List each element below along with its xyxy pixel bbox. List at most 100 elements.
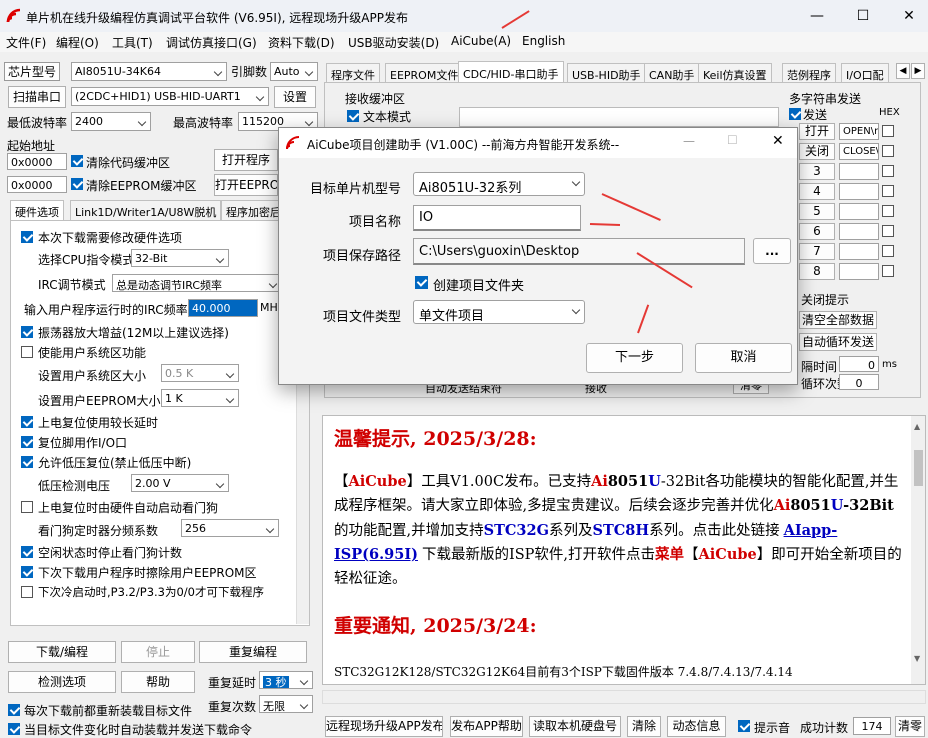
close-command-input[interactable]: CLOSE\ (839, 143, 879, 160)
send-row-7-input[interactable] (839, 243, 879, 260)
hex-row-3-checkbox[interactable] (882, 165, 894, 177)
open-send-button[interactable]: 打开 (799, 123, 835, 140)
cpu-mode-select[interactable]: 32-Bit (131, 249, 229, 267)
chip-type-select[interactable]: AI8051U-34K64 (71, 62, 227, 81)
beep-checkbox[interactable] (738, 720, 750, 732)
menu-english[interactable]: English (522, 34, 565, 48)
hex-row-8-checkbox[interactable] (882, 265, 894, 277)
dialog-maximize-button[interactable]: ☐ (727, 133, 738, 147)
send-row-3-button[interactable]: 3 (799, 163, 835, 180)
erase-eeprom-checkbox[interactable] (21, 566, 33, 578)
tab-scroll-left-icon[interactable]: ◀ (896, 63, 910, 79)
minimize-button[interactable]: — (794, 5, 840, 27)
wdt-auto-checkbox[interactable] (21, 501, 33, 513)
dynamic-info-button[interactable]: 动态信息 (667, 716, 726, 737)
remote-upgrade-button[interactable]: 远程现场升级APP发布 (325, 716, 443, 737)
chip-type-label[interactable]: 芯片型号 (4, 62, 61, 81)
download-button[interactable]: 下载/编程 (8, 641, 116, 663)
dialog-close-button[interactable]: ✕ (772, 133, 784, 149)
scroll-up-icon[interactable]: ▲ (914, 422, 920, 431)
port-settings-button[interactable]: 设置 (274, 86, 316, 108)
scroll-down-icon[interactable]: ▼ (914, 654, 920, 663)
p32-checkbox[interactable] (21, 586, 33, 598)
send-row-4-input[interactable] (839, 183, 879, 200)
receive-text-area[interactable] (459, 107, 779, 127)
stop-button[interactable]: 停止 (121, 641, 195, 663)
auto-loop-button[interactable]: 自动循环发送 (799, 333, 877, 351)
read-disk-button[interactable]: 读取本机硬盘号 (529, 716, 621, 737)
menu-aicube[interactable]: AiCube(A) (451, 34, 511, 48)
scan-port-button[interactable]: 扫描串口 (8, 86, 66, 108)
hex-row-4-checkbox[interactable] (882, 185, 894, 197)
send-row-7-button[interactable]: 7 (799, 243, 835, 260)
irc-freq-input[interactable]: 40.000 (188, 299, 258, 317)
send-checkbox[interactable] (789, 108, 801, 120)
irc-mode-select[interactable]: 总是动态调节IRC频率 (112, 274, 282, 292)
maximize-button[interactable]: ☐ (840, 5, 886, 27)
create-folder-checkbox[interactable] (415, 276, 428, 289)
open-eeprom-button[interactable]: 打开EEPROM (214, 174, 278, 196)
text-mode-checkbox[interactable] (347, 110, 359, 122)
open-command-input[interactable]: OPEN\r (839, 123, 879, 140)
notice-scrollbar[interactable]: ▲ ▼ (911, 416, 925, 684)
help-button[interactable]: 帮助 (121, 671, 195, 693)
open-program-button[interactable]: 打开程序 (214, 149, 278, 171)
reprogram-button[interactable]: 重复编程 (199, 641, 307, 663)
lvr-checkbox[interactable] (21, 456, 33, 468)
target-mcu-select[interactable]: Ai8051U-32系列 (413, 172, 585, 196)
close-button[interactable]: ✕ (886, 5, 928, 27)
send-row-6-input[interactable] (839, 223, 879, 240)
user-sys-checkbox[interactable] (21, 346, 33, 358)
sys-size-select[interactable]: 0.5 K (161, 364, 239, 382)
browse-button[interactable]: ... (753, 238, 791, 264)
menu-program[interactable]: 编程(O) (56, 34, 99, 51)
clear-button[interactable]: 清除 (627, 716, 661, 737)
dialog-minimize-button[interactable]: — (683, 134, 695, 148)
modify-hw-checkbox[interactable] (21, 231, 33, 243)
code-address-input[interactable]: 0x0000 (7, 153, 67, 170)
port-select[interactable]: (2CDC+HID1) USB-HID-UART1 (71, 87, 269, 106)
interval-input[interactable]: 0 (839, 356, 879, 372)
send-row-5-input[interactable] (839, 203, 879, 220)
wdt-div-select[interactable]: 256 (181, 519, 279, 537)
project-name-input[interactable]: IO (413, 205, 581, 231)
notice-scroll-thumb[interactable] (914, 450, 923, 486)
send-row-6-button[interactable]: 6 (799, 223, 835, 240)
menu-debug[interactable]: 调试仿真接口(G) (166, 34, 257, 51)
auto-send-checkbox[interactable] (8, 723, 20, 735)
send-row-3-input[interactable] (839, 163, 879, 180)
tab-scroll-right-icon[interactable]: ▶ (911, 63, 925, 79)
clear-all-button[interactable]: 清空全部数据 (799, 311, 877, 329)
hex-close-checkbox[interactable] (882, 145, 894, 157)
cancel-button[interactable]: 取消 (695, 343, 792, 373)
eeprom-size-select[interactable]: 1 K (161, 389, 239, 407)
next-button[interactable]: 下一步 (586, 343, 683, 373)
notice-hscrollbar[interactable] (322, 690, 926, 704)
file-type-select[interactable]: 单文件项目 (413, 300, 585, 324)
reset-count-button[interactable]: 清零 (895, 716, 925, 737)
menu-file[interactable]: 文件(F) (6, 34, 46, 51)
loop-count-input[interactable]: 0 (839, 374, 879, 390)
menu-download[interactable]: 资料下载(D) (268, 34, 335, 51)
publish-help-button[interactable]: 发布APP帮助 (450, 716, 523, 737)
reset-io-checkbox[interactable] (21, 436, 33, 448)
hex-row-6-checkbox[interactable] (882, 225, 894, 237)
repeat-delay-select[interactable]: 3 秒 (259, 671, 313, 689)
hex-open-checkbox[interactable] (882, 125, 894, 137)
eeprom-address-input[interactable]: 0x0000 (7, 176, 67, 193)
clear-eeprom-checkbox[interactable] (71, 178, 83, 190)
send-row-8-button[interactable]: 8 (799, 263, 835, 280)
repeat-count-select[interactable]: 无限 (259, 695, 313, 713)
menu-tools[interactable]: 工具(T) (112, 34, 153, 51)
long-delay-checkbox[interactable] (21, 416, 33, 428)
idle-wdt-checkbox[interactable] (21, 546, 33, 558)
send-row-8-input[interactable] (839, 263, 879, 280)
menu-usb-driver[interactable]: USB驱动安装(D) (348, 34, 439, 51)
lvd-select[interactable]: 2.00 V (131, 474, 229, 492)
check-options-button[interactable]: 检测选项 (8, 671, 116, 693)
save-path-input[interactable]: C:\Users\guoxin\Desktop (413, 238, 745, 265)
osc-gain-checkbox[interactable] (21, 326, 33, 338)
reload-each-checkbox[interactable] (8, 704, 20, 716)
send-row-5-button[interactable]: 5 (799, 203, 835, 220)
min-baud-select[interactable]: 2400 (71, 112, 151, 131)
